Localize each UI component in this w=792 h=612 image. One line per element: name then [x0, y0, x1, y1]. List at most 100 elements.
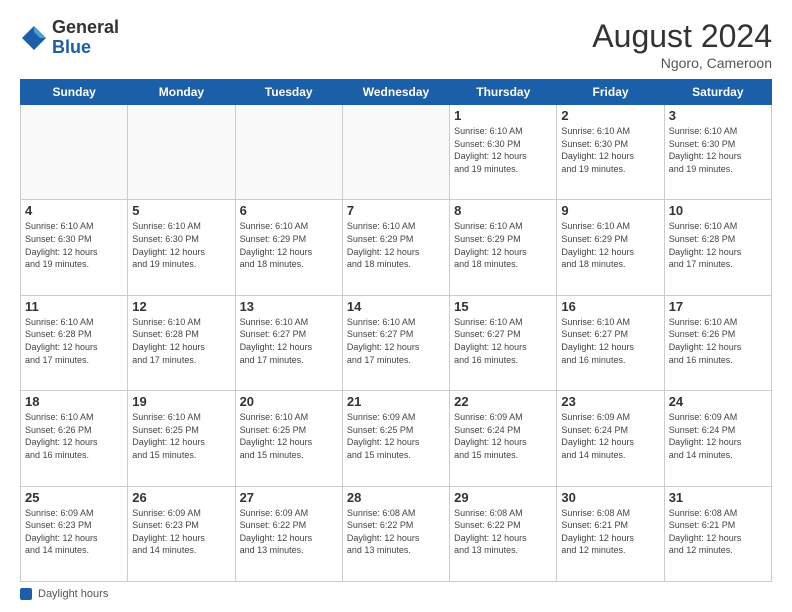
calendar-cell: 10Sunrise: 6:10 AM Sunset: 6:28 PM Dayli… — [664, 200, 771, 295]
calendar-day-header: Wednesday — [342, 80, 449, 105]
calendar-cell: 6 Sunrise: 6:10 AM Sunset: 6:29 PM Daylig… — [235, 200, 342, 295]
calendar-week-row: 25 Sunrise: 6:09 AM Sunset: 6:23 PM Dayli… — [21, 486, 772, 581]
day-number: 12 — [132, 299, 230, 314]
calendar-day-header: Thursday — [450, 80, 557, 105]
calendar-cell: 27 Sunrise: 6:09 AM Sunset: 6:22 PM Dayli… — [235, 486, 342, 581]
calendar-cell: 20Sunrise: 6:10 AM Sunset: 6:25 PM Dayli… — [235, 391, 342, 486]
calendar-cell: 15 Sunrise: 6:10 AM Sunset: 6:27 PM Dayli… — [450, 295, 557, 390]
logo: General Blue — [20, 18, 119, 58]
calendar-cell: 30 Sunrise: 6:08 AM Sunset: 6:21 PM Dayli… — [557, 486, 664, 581]
day-info: Sunrise: 6:10 AM Sunset: 6:26 PM Dayligh… — [669, 316, 767, 366]
header: General Blue August 2024 Ngoro, Cameroon — [20, 18, 772, 71]
day-number: 4 — [25, 203, 123, 218]
calendar-cell: 3 Sunrise: 6:10 AM Sunset: 6:30 PM Daylig… — [664, 105, 771, 200]
calendar-cell: 11Sunrise: 6:10 AM Sunset: 6:28 PM Dayli… — [21, 295, 128, 390]
calendar-cell: 8Sunrise: 6:10 AM Sunset: 6:29 PM Daylig… — [450, 200, 557, 295]
day-number: 29 — [454, 490, 552, 505]
calendar-table: SundayMondayTuesdayWednesdayThursdayFrid… — [20, 79, 772, 582]
calendar-cell: 1 Sunrise: 6:10 AM Sunset: 6:30 PM Daylig… — [450, 105, 557, 200]
day-info: Sunrise: 6:10 AM Sunset: 6:26 PM Dayligh… — [25, 411, 123, 461]
day-number: 30 — [561, 490, 659, 505]
page: General Blue August 2024 Ngoro, Cameroon… — [0, 0, 792, 612]
day-number: 3 — [669, 108, 767, 123]
day-info: Sunrise: 6:09 AM Sunset: 6:23 PM Dayligh… — [132, 507, 230, 557]
day-info: Sunrise: 6:09 AM Sunset: 6:23 PM Dayligh… — [25, 507, 123, 557]
logo-text: General Blue — [52, 18, 119, 58]
footer-dot — [20, 588, 32, 600]
day-info: Sunrise: 6:08 AM Sunset: 6:22 PM Dayligh… — [454, 507, 552, 557]
calendar-cell — [21, 105, 128, 200]
day-number: 2 — [561, 108, 659, 123]
day-info: Sunrise: 6:10 AM Sunset: 6:29 PM Dayligh… — [347, 220, 445, 270]
day-number: 22 — [454, 394, 552, 409]
day-number: 25 — [25, 490, 123, 505]
calendar-week-row: 1 Sunrise: 6:10 AM Sunset: 6:30 PM Daylig… — [21, 105, 772, 200]
logo-general: General — [52, 17, 119, 37]
calendar-day-header: Monday — [128, 80, 235, 105]
day-number: 26 — [132, 490, 230, 505]
footer-label: Daylight hours — [38, 588, 108, 600]
calendar-day-header: Friday — [557, 80, 664, 105]
calendar-cell: 23Sunrise: 6:09 AM Sunset: 6:24 PM Dayli… — [557, 391, 664, 486]
calendar-cell: 12 Sunrise: 6:10 AM Sunset: 6:28 PM Dayli… — [128, 295, 235, 390]
day-info: Sunrise: 6:10 AM Sunset: 6:29 PM Dayligh… — [454, 220, 552, 270]
month-year: August 2024 — [592, 18, 772, 55]
logo-blue: Blue — [52, 37, 91, 57]
day-info: Sunrise: 6:10 AM Sunset: 6:28 PM Dayligh… — [669, 220, 767, 270]
calendar-week-row: 4 Sunrise: 6:10 AM Sunset: 6:30 PM Daylig… — [21, 200, 772, 295]
day-info: Sunrise: 6:10 AM Sunset: 6:30 PM Dayligh… — [25, 220, 123, 270]
day-info: Sunrise: 6:10 AM Sunset: 6:27 PM Dayligh… — [347, 316, 445, 366]
calendar-week-row: 18 Sunrise: 6:10 AM Sunset: 6:26 PM Dayli… — [21, 391, 772, 486]
day-info: Sunrise: 6:09 AM Sunset: 6:24 PM Dayligh… — [454, 411, 552, 461]
day-number: 27 — [240, 490, 338, 505]
calendar-cell: 14 Sunrise: 6:10 AM Sunset: 6:27 PM Dayli… — [342, 295, 449, 390]
calendar-day-header: Sunday — [21, 80, 128, 105]
day-number: 28 — [347, 490, 445, 505]
footer: Daylight hours — [20, 588, 772, 600]
day-info: Sunrise: 6:10 AM Sunset: 6:29 PM Dayligh… — [240, 220, 338, 270]
calendar-cell: 13Sunrise: 6:10 AM Sunset: 6:27 PM Dayli… — [235, 295, 342, 390]
calendar-cell: 7Sunrise: 6:10 AM Sunset: 6:29 PM Daylig… — [342, 200, 449, 295]
day-info: Sunrise: 6:10 AM Sunset: 6:29 PM Dayligh… — [561, 220, 659, 270]
day-number: 19 — [132, 394, 230, 409]
day-number: 14 — [347, 299, 445, 314]
calendar-cell: 21 Sunrise: 6:09 AM Sunset: 6:25 PM Dayli… — [342, 391, 449, 486]
day-number: 6 — [240, 203, 338, 218]
day-info: Sunrise: 6:10 AM Sunset: 6:28 PM Dayligh… — [132, 316, 230, 366]
calendar-cell: 24 Sunrise: 6:09 AM Sunset: 6:24 PM Dayli… — [664, 391, 771, 486]
calendar-cell: 26 Sunrise: 6:09 AM Sunset: 6:23 PM Dayli… — [128, 486, 235, 581]
day-number: 5 — [132, 203, 230, 218]
day-info: Sunrise: 6:09 AM Sunset: 6:24 PM Dayligh… — [669, 411, 767, 461]
calendar-cell: 17Sunrise: 6:10 AM Sunset: 6:26 PM Dayli… — [664, 295, 771, 390]
day-number: 24 — [669, 394, 767, 409]
day-info: Sunrise: 6:08 AM Sunset: 6:21 PM Dayligh… — [669, 507, 767, 557]
day-info: Sunrise: 6:08 AM Sunset: 6:21 PM Dayligh… — [561, 507, 659, 557]
day-number: 21 — [347, 394, 445, 409]
calendar-cell: 31Sunrise: 6:08 AM Sunset: 6:21 PM Dayli… — [664, 486, 771, 581]
calendar-cell — [128, 105, 235, 200]
calendar-cell: 5Sunrise: 6:10 AM Sunset: 6:30 PM Daylig… — [128, 200, 235, 295]
title-block: August 2024 Ngoro, Cameroon — [592, 18, 772, 71]
day-number: 9 — [561, 203, 659, 218]
calendar-day-header: Tuesday — [235, 80, 342, 105]
day-number: 13 — [240, 299, 338, 314]
calendar-cell: 25 Sunrise: 6:09 AM Sunset: 6:23 PM Dayli… — [21, 486, 128, 581]
calendar-cell: 2 Sunrise: 6:10 AM Sunset: 6:30 PM Daylig… — [557, 105, 664, 200]
day-info: Sunrise: 6:08 AM Sunset: 6:22 PM Dayligh… — [347, 507, 445, 557]
calendar-cell — [235, 105, 342, 200]
day-info: Sunrise: 6:09 AM Sunset: 6:22 PM Dayligh… — [240, 507, 338, 557]
day-info: Sunrise: 6:09 AM Sunset: 6:25 PM Dayligh… — [347, 411, 445, 461]
logo-icon — [20, 24, 48, 52]
day-info: Sunrise: 6:10 AM Sunset: 6:27 PM Dayligh… — [454, 316, 552, 366]
day-info: Sunrise: 6:10 AM Sunset: 6:30 PM Dayligh… — [561, 125, 659, 175]
calendar-cell: 9 Sunrise: 6:10 AM Sunset: 6:29 PM Daylig… — [557, 200, 664, 295]
day-number: 15 — [454, 299, 552, 314]
calendar-week-row: 11Sunrise: 6:10 AM Sunset: 6:28 PM Dayli… — [21, 295, 772, 390]
day-info: Sunrise: 6:10 AM Sunset: 6:30 PM Dayligh… — [669, 125, 767, 175]
day-number: 18 — [25, 394, 123, 409]
day-info: Sunrise: 6:10 AM Sunset: 6:30 PM Dayligh… — [454, 125, 552, 175]
day-number: 1 — [454, 108, 552, 123]
calendar-cell: 16Sunrise: 6:10 AM Sunset: 6:27 PM Dayli… — [557, 295, 664, 390]
calendar-cell: 29 Sunrise: 6:08 AM Sunset: 6:22 PM Dayli… — [450, 486, 557, 581]
day-number: 20 — [240, 394, 338, 409]
